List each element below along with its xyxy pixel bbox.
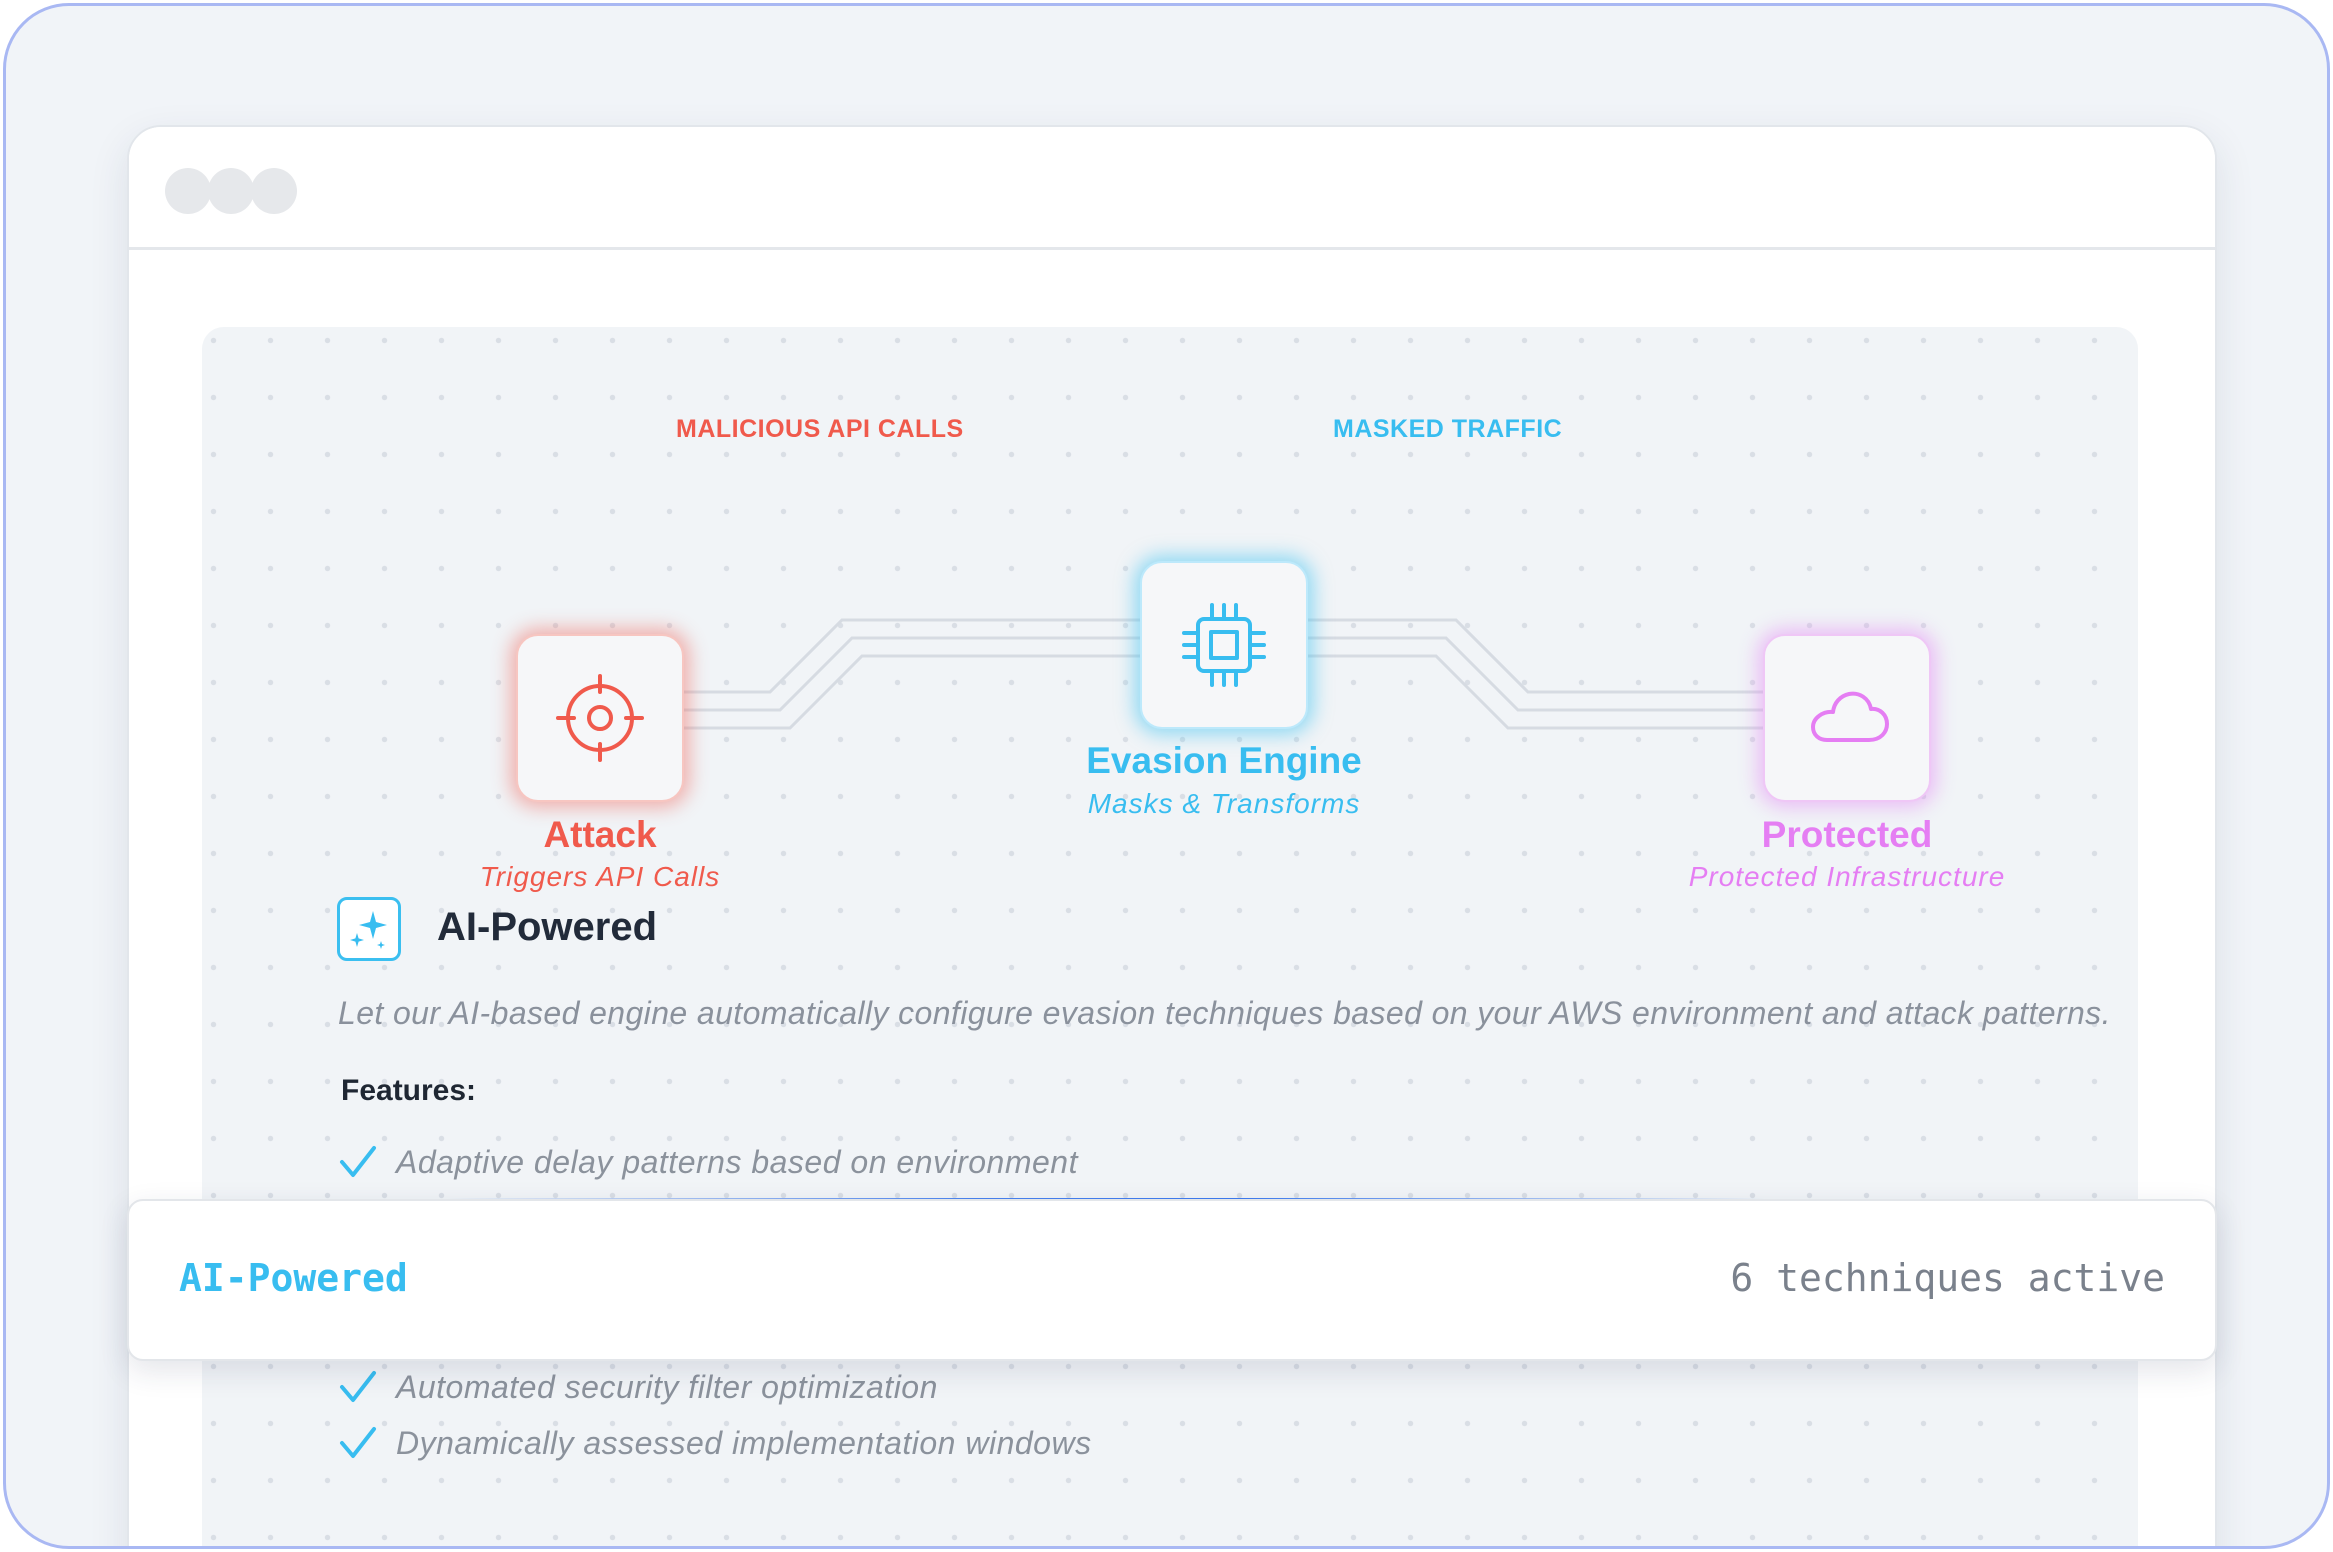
protected-node[interactable] [1763,634,1931,802]
edge-label-masked: MASKED TRAFFIC [1333,415,1563,443]
protected-subtitle: Protected Infrastructure [1688,861,2006,892]
attack-node[interactable] [516,634,684,802]
status-mode: AI-Powered [179,1256,408,1300]
sparkles-icon [337,897,401,961]
cpu-chip-icon [1182,603,1266,687]
engine-title: Evasion Engine [1086,740,1362,781]
feature-text: Automated security filter optimization [396,1368,938,1405]
status-techniques-count: 6 techniques active [1730,1256,2165,1300]
window-control-dot[interactable] [165,168,211,214]
section-description: Let our AI-based engine automatically co… [338,995,2111,1031]
features-heading: Features: [341,1074,477,1107]
crosshair-icon [556,674,644,762]
section-title: AI-Powered [437,905,658,949]
feature-text: Dynamically assessed implementation wind… [396,1424,1092,1461]
feature-item: Adaptive delay patterns based on environ… [338,1142,1078,1182]
flow-panel: MALICIOUS API CALLS MASKED TRAFFIC Attac… [202,327,2138,1546]
feature-item: Automated security filter optimization [338,1367,938,1407]
window-control-dot[interactable] [208,168,254,214]
window-titlebar [129,127,2215,250]
edge-label-malicious: MALICIOUS API CALLS [676,415,964,443]
attack-subtitle: Triggers API Calls [479,861,721,892]
feature-text: Adaptive delay patterns based on environ… [396,1143,1078,1180]
evasion-engine-node[interactable] [1140,561,1308,729]
checkmark-icon [340,1427,376,1458]
engine-subtitle: Masks & Transforms [1087,788,1361,819]
status-bar: AI-Powered 6 techniques active [127,1199,2217,1361]
app-frame: MALICIOUS API CALLS MASKED TRAFFIC Attac… [3,3,2330,1549]
checkmark-icon [340,1371,376,1402]
protected-title: Protected [1761,814,1933,855]
feature-item: Dynamically assessed implementation wind… [338,1423,1092,1463]
window-control-dot[interactable] [251,168,297,214]
checkmark-icon [340,1146,376,1177]
attack-title: Attack [543,814,657,855]
cloud-icon [1811,691,1889,742]
